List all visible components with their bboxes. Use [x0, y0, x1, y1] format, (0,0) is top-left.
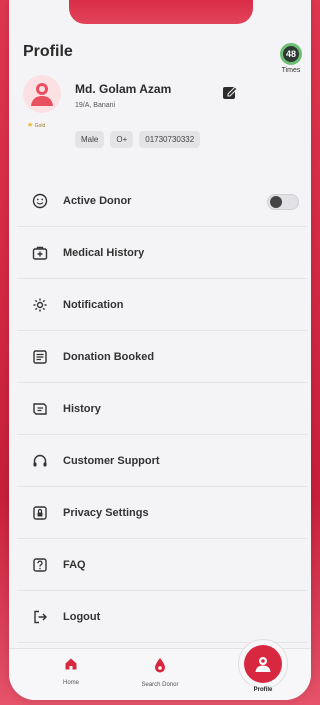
menu-item-active-donor[interactable]: Active Donor: [17, 175, 307, 227]
gender-chip: Male: [75, 131, 105, 148]
menu-item-label: Notification: [63, 298, 124, 311]
blood-group-chip: O+: [110, 131, 134, 148]
menu-item-donation-booked[interactable]: Donation Booked: [17, 331, 307, 383]
donation-count: 48: [280, 43, 302, 65]
bottom-nav: Home Search Donor Profile: [9, 639, 311, 700]
gear-icon: [31, 296, 49, 314]
faq-icon: [31, 556, 49, 574]
menu-item-customer-support[interactable]: Customer Support: [17, 435, 307, 487]
star-icon: ★: [27, 122, 34, 129]
menu-item-notification[interactable]: Notification: [17, 279, 307, 331]
donation-count-label: Times: [281, 67, 301, 74]
settings-menu: Active Donor Medical History Notificatio…: [9, 175, 311, 643]
menu-item-medical-history[interactable]: Medical History: [17, 227, 307, 279]
donation-count-badge: 48 Times: [275, 43, 307, 74]
nav-profile[interactable]: [244, 645, 282, 683]
menu-item-label: Customer Support: [63, 454, 160, 467]
nav-home[interactable]: Home: [36, 657, 106, 686]
nav-home-label: Home: [62, 680, 79, 686]
calendar-icon: [31, 348, 49, 366]
user-address: 19/A, Banani: [75, 102, 116, 109]
membership-badge: ★ Gold: [27, 121, 45, 129]
user-name: Md. Golam Azam: [75, 82, 172, 96]
page-title: Profile: [23, 43, 73, 60]
history-icon: [31, 400, 49, 418]
nav-search-donor[interactable]: Search Donor: [125, 657, 195, 688]
phone-screen: Profile 48 Times ★ Gold Md. Golam Azam 1…: [9, 0, 311, 700]
nav-profile-label: Profile: [253, 687, 273, 693]
menu-item-label: History: [63, 402, 101, 415]
logout-icon: [31, 608, 49, 626]
menu-item-faq[interactable]: FAQ: [17, 539, 307, 591]
nav-search-donor-label: Search Donor: [141, 682, 179, 688]
menu-item-logout[interactable]: Logout: [17, 591, 307, 643]
menu-item-history[interactable]: History: [17, 383, 307, 435]
notch: [69, 0, 253, 24]
support-icon: [31, 452, 49, 470]
menu-item-label: Active Donor: [63, 194, 132, 207]
phone-chip: 01730730332: [139, 131, 201, 148]
profile-icon: [255, 657, 271, 672]
menu-item-label: Medical History: [63, 246, 145, 259]
edit-icon[interactable]: [222, 84, 238, 100]
user-avatar-icon: [31, 83, 53, 106]
smile-icon: [31, 192, 49, 210]
medical-kit-icon: [31, 244, 49, 262]
menu-item-privacy-settings[interactable]: Privacy Settings: [17, 487, 307, 539]
membership-badge-label: Gold: [34, 123, 46, 129]
blood-drop-icon: [153, 658, 167, 677]
toggle-knob: [270, 196, 282, 208]
menu-item-label: FAQ: [63, 558, 86, 571]
profile-chips: Male O+ 01730730332: [75, 131, 201, 148]
menu-item-label: Logout: [63, 610, 101, 623]
menu-item-label: Donation Booked: [63, 350, 155, 363]
privacy-icon: [31, 504, 49, 522]
active-donor-toggle[interactable]: [267, 194, 299, 210]
menu-item-label: Privacy Settings: [63, 506, 149, 519]
home-icon: [64, 658, 78, 675]
avatar[interactable]: [23, 75, 61, 113]
